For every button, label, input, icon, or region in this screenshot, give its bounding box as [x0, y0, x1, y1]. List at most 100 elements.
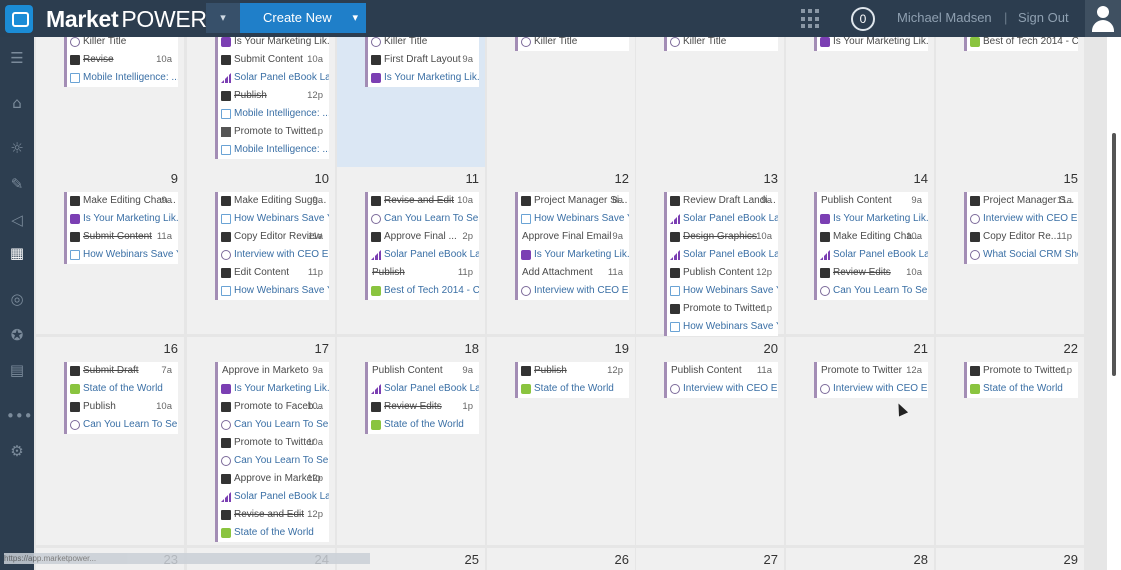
content-link[interactable]: How Webinars Save Y...	[67, 246, 178, 264]
event-card[interactable]: Killer Title	[664, 37, 778, 51]
task-item[interactable]: Copy Editor Re... 11p	[967, 228, 1078, 246]
event-card[interactable]: Make Editing Chan... 9a Is Your Marketing …	[64, 192, 178, 264]
task-item[interactable]: Promote to Twitter 12a	[817, 362, 928, 380]
compass-icon[interactable]: ◎	[6, 288, 28, 310]
content-link[interactable]: Can You Learn To Sell?	[218, 452, 329, 470]
event-card[interactable]: Revise and Edit 10a Can You Learn To Sell?…	[365, 192, 479, 300]
content-link[interactable]: Is Your Marketing Lik...	[518, 246, 629, 264]
task-item[interactable]: Approve in Marketo 12p	[218, 470, 329, 488]
content-link[interactable]: State of the World	[218, 524, 329, 542]
logo-icon[interactable]	[5, 5, 33, 33]
day-number[interactable]: 29	[1064, 552, 1078, 567]
day-cell[interactable]: 28	[786, 548, 934, 570]
task-item[interactable]: Publish Content 12p	[667, 264, 778, 282]
day-number[interactable]: 16	[164, 341, 178, 356]
task-item[interactable]: Publish Content 11a	[667, 362, 778, 380]
task-item[interactable]: Publish 10a	[67, 398, 178, 416]
event-card[interactable]: Publish Content 9a Solar Panel eBook La...…	[365, 362, 479, 434]
content-link[interactable]: Solar Panel eBook La...	[218, 69, 329, 87]
content-link[interactable]: Interview with CEO Er...	[518, 282, 629, 300]
task-item[interactable]: First Draft Layout 9a	[368, 51, 479, 69]
event-card[interactable]: Project Manager Si... 8a How Webinars Save…	[515, 192, 629, 300]
day-cell[interactable]: 11 Revise and Edit 10a Can You Learn To Sel…	[337, 167, 485, 334]
task-item[interactable]: Review Edits 1p	[368, 398, 479, 416]
content-link[interactable]: Solar Panel eBook La...	[667, 246, 778, 264]
day-number[interactable]: 11	[466, 171, 480, 186]
event-card[interactable]: Project Manager S... 11a Interview with CE…	[964, 192, 1078, 264]
content-link[interactable]: Is Your Marketing Lik...	[817, 210, 928, 228]
task-item[interactable]: Revise 10a	[67, 51, 178, 69]
content-link[interactable]: Can You Learn To Sell?	[817, 282, 928, 300]
content-link[interactable]: Best of Tech 2014 - CES	[368, 282, 479, 300]
home-icon[interactable]: ⌂	[6, 92, 28, 114]
day-number[interactable]: 9	[171, 171, 178, 186]
content-link[interactable]: Can You Learn To Sell?	[67, 416, 178, 434]
day-cell[interactable]: 21 Promote to Twitter 12a Interview with CE…	[786, 337, 934, 545]
task-item[interactable]: Approve Final ... 2p	[368, 228, 479, 246]
day-cell[interactable]: 16 Submit Draft 7a State of the World Publis…	[36, 337, 184, 545]
create-new-button[interactable]: Create New ▾	[240, 3, 366, 33]
day-cell[interactable]: 13 Review Draft Landi... 9a Solar Panel eBo…	[636, 167, 784, 336]
event-card[interactable]: Make Editing Sugg... 9a How Webinars Save …	[215, 192, 329, 300]
content-link[interactable]: Solar Panel eBook La...	[817, 246, 928, 264]
event-card[interactable]: Publish 12p State of the World	[515, 362, 629, 398]
event-card[interactable]: Promote to Twitter 12a Interview with CEO …	[814, 362, 928, 398]
content-link[interactable]: How Webinars Save Y...	[518, 210, 629, 228]
task-item[interactable]: Review Draft Landi... 9a	[667, 192, 778, 210]
event-card[interactable]: Publish Content 11a Interview with CEO Er.…	[664, 362, 778, 398]
event-card[interactable]: Best of Tech 2014 - CES	[964, 37, 1078, 51]
scrollbar[interactable]	[1107, 37, 1121, 570]
task-item[interactable]: Project Manager S... 11a	[967, 192, 1078, 210]
scrollbar-thumb[interactable]	[1112, 133, 1116, 376]
task-item[interactable]: Is Your Marketing Lik...	[218, 37, 329, 51]
content-link[interactable]: Is Your Marketing Lik...	[67, 210, 178, 228]
task-item[interactable]: Is Your Marketing Lik...	[817, 37, 928, 51]
day-cell[interactable]: 20 Publish Content 11a Interview with CEO E…	[636, 337, 784, 545]
task-item[interactable]: Design Graphics 10a	[667, 228, 778, 246]
content-link[interactable]: State of the World	[67, 380, 178, 398]
day-cell[interactable]: 29	[936, 548, 1084, 570]
task-item[interactable]: Killer Title	[67, 37, 178, 51]
task-item[interactable]: Promote to Twitter 1p	[667, 300, 778, 318]
task-item[interactable]: Killer Title	[518, 37, 629, 51]
day-number[interactable]: 12	[615, 171, 629, 186]
content-link[interactable]: State of the World	[518, 380, 629, 398]
task-item[interactable]: Publish 11p	[368, 264, 479, 282]
day-cell[interactable]: 9 Make Editing Chan... 9a Is Your Marketing…	[36, 167, 184, 334]
task-item[interactable]: Promote to Twitter 1p	[967, 362, 1078, 380]
content-link[interactable]: What Social CRM Sho...	[967, 246, 1078, 264]
calendar-icon[interactable]: ▦	[6, 242, 28, 264]
event-card[interactable]: Publish Content 9a Is Your Marketing Lik..…	[814, 192, 928, 300]
megaphone-icon[interactable]: ◁	[6, 209, 28, 231]
task-item[interactable]: Submit Content 11a	[67, 228, 178, 246]
content-link[interactable]: How Webinars Save Y...	[667, 318, 778, 336]
task-item[interactable]: Make Editing Chan... 9a	[67, 192, 178, 210]
event-card[interactable]: Is Your Marketing Lik...	[814, 37, 928, 51]
content-link[interactable]: Interview with CEO Eri...	[967, 210, 1078, 228]
chevron-down-icon[interactable]: ▾	[206, 3, 240, 33]
day-number[interactable]: 25	[465, 552, 479, 567]
task-item[interactable]: Project Manager Si... 8a	[518, 192, 629, 210]
content-link[interactable]: Solar Panel eBook La...	[368, 380, 479, 398]
event-card[interactable]: Submit Draft 7a State of the World Publish 1…	[64, 362, 178, 434]
task-item[interactable]: Approve in Marketo 9a	[218, 362, 329, 380]
settings-icon[interactable]: ⚙	[6, 440, 28, 462]
task-item[interactable]: Make Editing Sugg... 9a	[218, 192, 329, 210]
more-icon[interactable]: •••	[6, 405, 33, 427]
event-card[interactable]: Is Your Marketing Lik... Submit Content 10…	[215, 37, 329, 159]
content-link[interactable]: Solar Panel eBook La...	[218, 488, 329, 506]
brand-name[interactable]: Market POWER	[46, 6, 207, 33]
task-item[interactable]: Review Edits 10a	[817, 264, 928, 282]
content-link[interactable]: Can You Learn To Sell?	[368, 210, 479, 228]
day-number[interactable]: 26	[615, 552, 629, 567]
content-link[interactable]: Is Your Marketing Lik...	[218, 380, 329, 398]
task-item[interactable]: Submit Draft 7a	[67, 362, 178, 380]
event-card[interactable]: Review Draft Landi... 9a Solar Panel eBook…	[664, 192, 778, 336]
day-cell[interactable]: 17 Approve in Marketo 9a Is Your Marketing …	[187, 337, 335, 545]
day-cell[interactable]: 26	[487, 548, 635, 570]
task-item[interactable]: Publish Content 9a	[817, 192, 928, 210]
day-cell[interactable]: 27	[636, 548, 784, 570]
day-number[interactable]: 28	[914, 552, 928, 567]
content-link[interactable]: Interview with CEO Er...	[817, 380, 928, 398]
notification-badge[interactable]: 0	[851, 7, 875, 31]
